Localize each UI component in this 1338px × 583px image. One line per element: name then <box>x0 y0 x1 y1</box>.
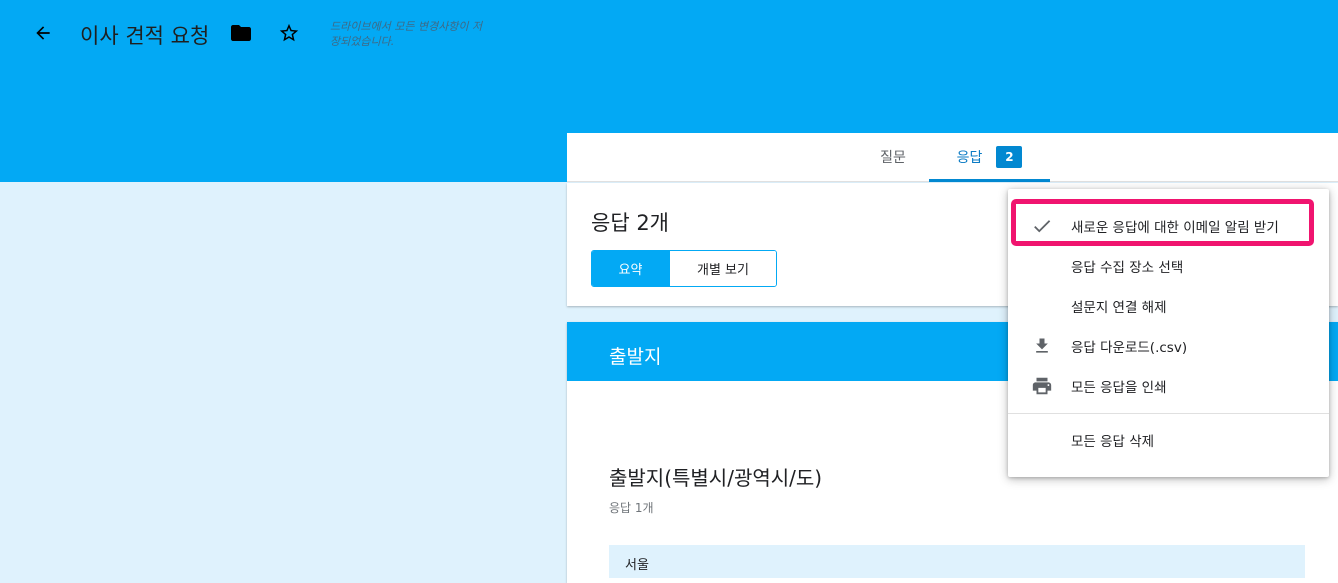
folder-icon <box>231 25 251 41</box>
active-tab-indicator <box>929 179 1050 182</box>
tab-responses[interactable]: 응답 2 <box>929 133 1050 181</box>
tab-questions-label: 질문 <box>880 150 906 166</box>
question-response-count: 응답 1개 <box>609 501 654 515</box>
menu-item-label: 모든 응답을 인쇄 <box>1071 380 1167 396</box>
menu-item-label: 응답 다운로드(.csv) <box>1071 340 1188 356</box>
responses-title: 응답 2개 <box>591 211 669 235</box>
star-outline-icon <box>279 23 299 42</box>
star-button[interactable] <box>274 18 304 48</box>
app-header: 이사 견적 요청 드라이브에서 모든 변경사항이 저장되었습니다. <box>0 0 1338 66</box>
menu-item-label: 설문지 연결 해제 <box>1071 300 1167 316</box>
arrow-back-icon <box>36 26 50 40</box>
save-status: 드라이브에서 모든 변경사항이 저장되었습니다. <box>330 20 483 48</box>
back-button[interactable] <box>28 18 58 48</box>
responses-count-badge: 2 <box>996 146 1023 168</box>
answer-text: 서울 <box>625 558 649 573</box>
menu-item-select-destination[interactable]: 응답 수집 장소 선택 <box>1008 246 1329 286</box>
menu-item-label: 응답 수집 장소 선택 <box>1071 260 1184 276</box>
view-toggle: 요약 개별 보기 <box>591 250 777 287</box>
section-title: 출발지 <box>609 346 662 368</box>
menu-item-download-csv[interactable]: 응답 다운로드(.csv) <box>1008 326 1329 366</box>
tab-questions[interactable]: 질문 <box>857 133 929 181</box>
menu-item-unlink-form[interactable]: 설문지 연결 해제 <box>1008 286 1329 326</box>
individual-view-button[interactable]: 개별 보기 <box>669 251 776 286</box>
tab-responses-label: 응답 <box>956 150 983 166</box>
menu-divider <box>1008 413 1329 414</box>
move-to-folder-button[interactable] <box>226 19 256 47</box>
menu-item-print-all[interactable]: 모든 응답을 인쇄 <box>1008 366 1329 406</box>
document-title[interactable]: 이사 견적 요청 <box>80 20 209 50</box>
highlight-annotation <box>1011 199 1314 246</box>
question-title: 출발지(특별시/광역시/도) <box>609 466 823 490</box>
summary-view-button[interactable]: 요약 <box>592 251 669 286</box>
answer-item: 서울 <box>609 545 1305 578</box>
form-tabs: 질문 응답 2 <box>567 133 1338 182</box>
print-icon <box>1030 374 1054 398</box>
download-icon <box>1030 334 1054 358</box>
menu-item-delete-all[interactable]: 모든 응답 삭제 <box>1008 420 1329 460</box>
menu-item-label: 모든 응답 삭제 <box>1071 434 1155 450</box>
